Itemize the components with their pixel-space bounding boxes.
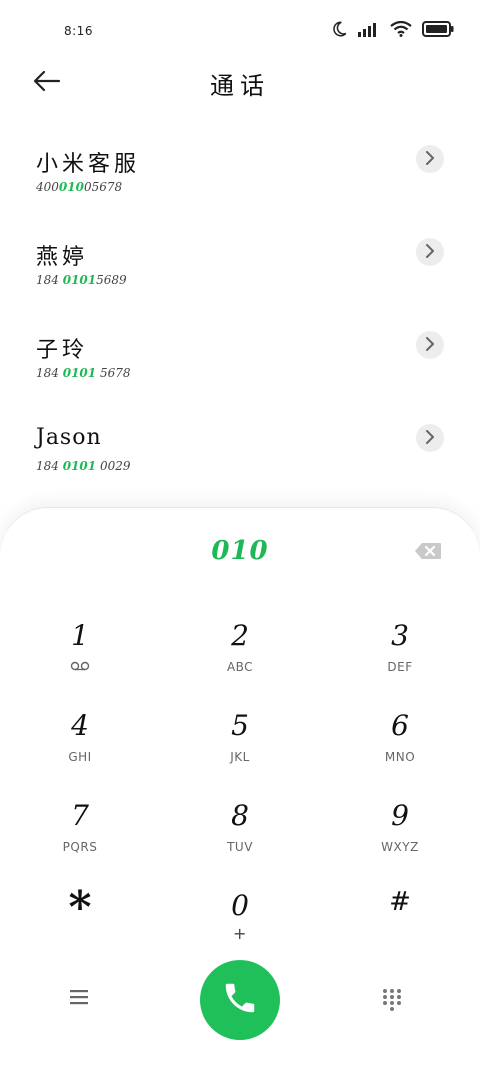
status-icons <box>330 20 454 38</box>
contact-detail-button[interactable] <box>416 331 444 359</box>
chevron-right-icon <box>425 243 435 262</box>
contact-name: 燕婷 <box>36 245 89 270</box>
contact-number: 40001005678 <box>36 180 123 194</box>
wifi-icon <box>390 21 412 37</box>
contact-row[interactable]: 燕婷 184 01015689 <box>0 221 480 314</box>
key-9[interactable]: 9 WXYZ <box>340 800 460 870</box>
voicemail-icon <box>70 660 90 674</box>
chevron-right-icon <box>425 150 435 169</box>
page-title: 通话 <box>210 72 270 100</box>
key-hash[interactable]: # <box>340 886 460 956</box>
contact-row[interactable]: Jason 184 0101 0029 <box>0 407 480 500</box>
contact-number: 184 01015689 <box>36 273 127 287</box>
key-7[interactable]: 7 PQRS <box>20 800 140 870</box>
dialpad-icon <box>382 989 402 1016</box>
key-star[interactable]: * <box>20 886 140 956</box>
dialpad-sheet: 010 1 2 ABC 3 DEF 4 GHI 5 JKL 6 MNO 7 PQ… <box>0 508 480 1066</box>
contact-name: 小米客服 <box>36 152 141 177</box>
battery-icon <box>422 21 454 37</box>
key-5[interactable]: 5 JKL <box>180 710 300 780</box>
status-time: 8:16 <box>64 24 93 38</box>
backspace-icon <box>414 543 442 564</box>
contact-detail-button[interactable] <box>416 424 444 452</box>
contact-row[interactable]: 小米客服 40001005678 <box>0 128 480 221</box>
dialed-number: 010 <box>211 536 269 566</box>
key-4[interactable]: 4 GHI <box>20 710 140 780</box>
contact-detail-button[interactable] <box>416 238 444 266</box>
contact-row[interactable]: 子玲 184 0101 5678 <box>0 314 480 407</box>
backspace-button[interactable] <box>414 542 442 560</box>
contact-detail-button[interactable] <box>416 145 444 173</box>
contact-name: 子玲 <box>36 338 89 363</box>
key-0[interactable]: 0 + <box>180 890 300 960</box>
phone-icon <box>221 979 259 1021</box>
menu-icon <box>68 990 90 1010</box>
key-2[interactable]: 2 ABC <box>180 620 300 690</box>
chevron-right-icon <box>425 429 435 448</box>
moon-icon <box>330 20 348 38</box>
app-header: 通话 <box>0 60 480 108</box>
contact-list: 小米客服 40001005678 燕婷 184 01015689 子玲 184 … <box>0 128 480 500</box>
contact-number: 184 0101 5678 <box>36 366 131 380</box>
dialpad-toggle-button[interactable] <box>382 988 406 1014</box>
call-button[interactable] <box>200 960 280 1040</box>
key-8[interactable]: 8 TUV <box>180 800 300 870</box>
chevron-right-icon <box>425 336 435 355</box>
menu-button[interactable] <box>68 988 102 1014</box>
contact-number: 184 0101 0029 <box>36 459 131 473</box>
dialpad-actions <box>0 960 480 1040</box>
status-bar: 8:16 <box>0 0 480 60</box>
key-1[interactable]: 1 <box>20 620 140 690</box>
signal-icon <box>358 21 380 37</box>
key-6[interactable]: 6 MNO <box>340 710 460 780</box>
key-3[interactable]: 3 DEF <box>340 620 460 690</box>
contact-name: Jason <box>36 425 102 450</box>
